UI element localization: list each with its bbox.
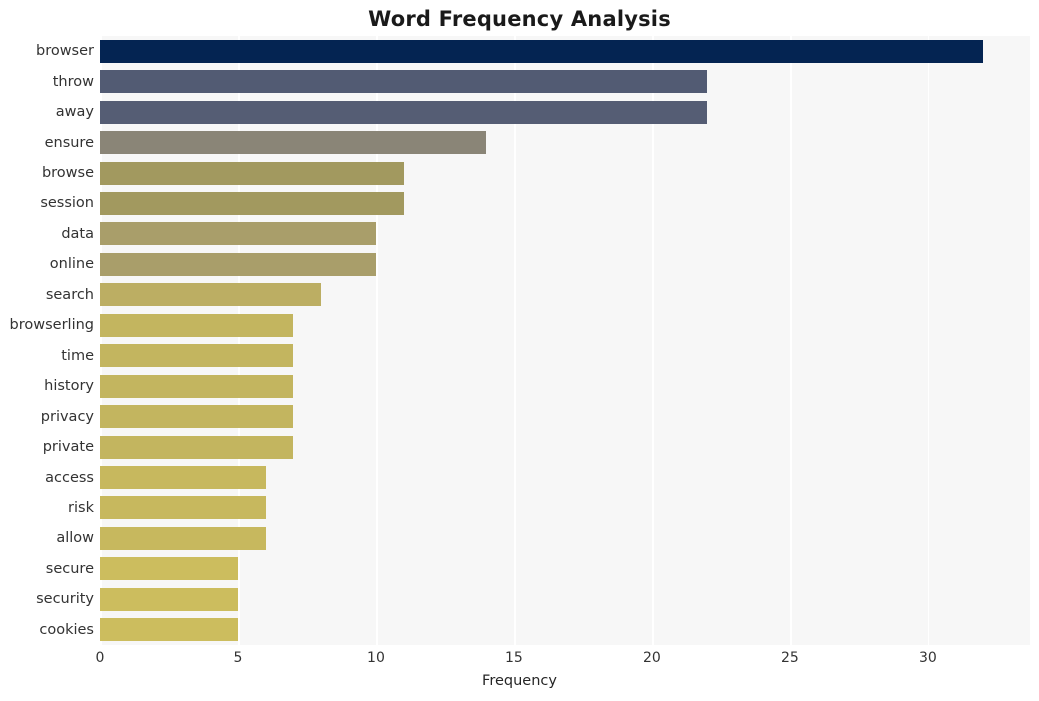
y-tick-label-browserling: browserling: [9, 317, 94, 334]
bar-history[interactable]: [100, 374, 294, 398]
bar-browserling[interactable]: [100, 313, 294, 337]
y-tick-label-secure: secure: [45, 560, 94, 577]
bar-allow[interactable]: [100, 526, 266, 550]
y-tick-label-throw: throw: [52, 73, 94, 90]
y-tick-label-risk: risk: [68, 499, 94, 516]
bar-search[interactable]: [100, 283, 321, 307]
bar-time[interactable]: [100, 344, 294, 368]
x-axis-ticks: 0 5 10 15 20 25 30: [96, 645, 1030, 669]
y-tick-label-search: search: [45, 286, 94, 303]
y-tick-label-history: history: [44, 378, 94, 395]
word-frequency-bar-chart: Word Frequency Analysis browser throw away…: [0, 0, 1039, 701]
y-axis-labels: browser throw away ensure browse session data o…: [0, 36, 94, 645]
x-tick-label-20: 20: [643, 650, 661, 666]
y-tick-label-browser: browser: [35, 43, 94, 60]
y-tick-label-time: time: [61, 347, 94, 364]
bar-access[interactable]: [100, 466, 266, 490]
y-tick-label-cookies: cookies: [39, 621, 94, 638]
bar-ensure[interactable]: [100, 131, 487, 155]
bar-cookies[interactable]: [100, 618, 238, 642]
y-tick-label-session: session: [40, 195, 94, 212]
bar-privacy[interactable]: [100, 405, 294, 429]
bar-browse[interactable]: [100, 161, 404, 185]
plot-area: [100, 36, 1030, 645]
bar-secure[interactable]: [100, 557, 238, 581]
x-tick-label-0: 0: [95, 650, 105, 666]
y-tick-label-data: data: [61, 225, 94, 242]
bar-online[interactable]: [100, 252, 376, 276]
bar-away[interactable]: [100, 100, 708, 124]
chart-title: Word Frequency Analysis: [368, 7, 671, 31]
bar-risk[interactable]: [100, 496, 266, 520]
bar-series: [100, 36, 1030, 645]
bar-data[interactable]: [100, 222, 376, 246]
bar-throw[interactable]: [100, 70, 708, 94]
y-tick-label-private: private: [42, 439, 94, 456]
y-tick-label-away: away: [55, 104, 94, 121]
bar-session[interactable]: [100, 191, 404, 215]
y-tick-label-browse: browse: [41, 165, 94, 182]
y-tick-label-security: security: [36, 591, 94, 608]
x-tick-label-25: 25: [780, 650, 799, 666]
bar-security[interactable]: [100, 587, 238, 611]
x-tick-label-10: 10: [367, 650, 385, 666]
y-tick-label-online: online: [49, 256, 94, 273]
y-tick-label-privacy: privacy: [40, 408, 94, 425]
bar-private[interactable]: [100, 435, 294, 459]
x-axis-title: Frequency: [482, 673, 557, 689]
y-tick-label-access: access: [45, 469, 94, 486]
y-tick-label-ensure: ensure: [44, 134, 94, 151]
y-tick-label-allow: allow: [56, 530, 94, 547]
x-tick-label-30: 30: [918, 650, 937, 666]
bar-browser[interactable]: [100, 39, 984, 63]
x-tick-label-5: 5: [233, 650, 243, 666]
x-tick-label-15: 15: [505, 650, 523, 666]
